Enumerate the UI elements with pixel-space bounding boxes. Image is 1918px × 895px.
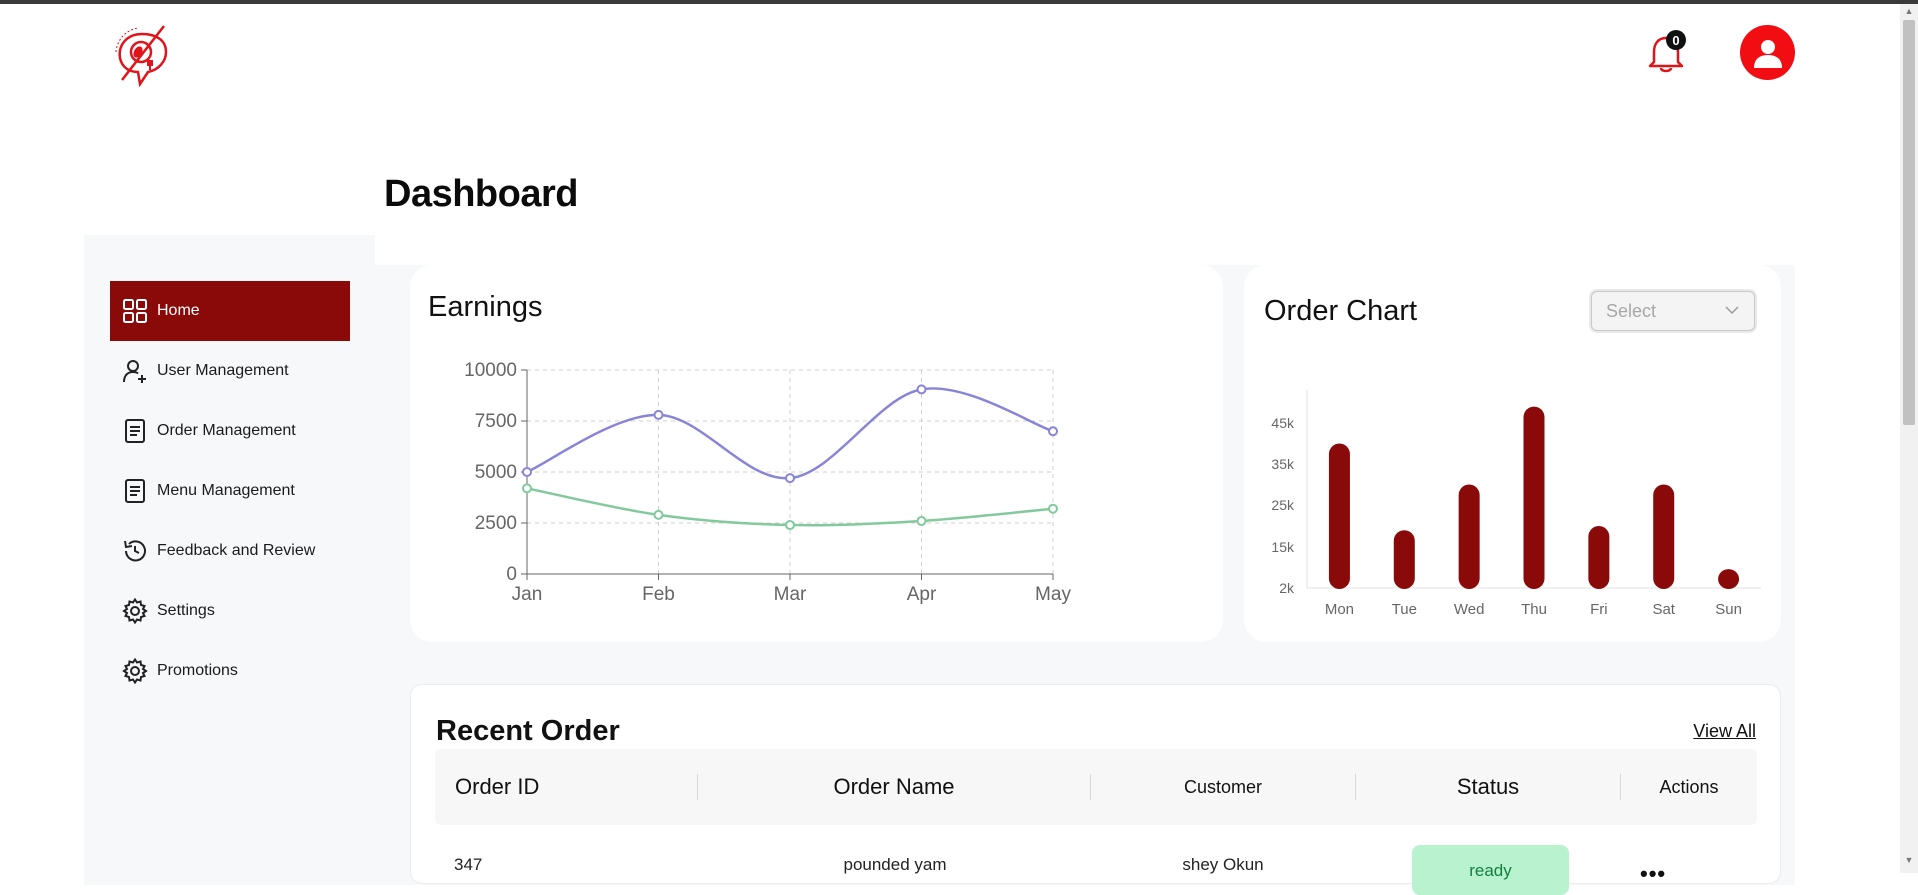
x-tick-label: May bbox=[1035, 584, 1071, 605]
data-point bbox=[522, 483, 532, 494]
data-point bbox=[1048, 426, 1058, 437]
scroll-down-arrow-icon[interactable]: ▼ bbox=[1903, 855, 1915, 867]
data-point bbox=[653, 509, 664, 520]
data-point bbox=[785, 520, 795, 531]
order-bar-chart: 2k 15k 25k 35k 45k Mon Tue Wed Thu Fri Sat Sun bbox=[1271, 390, 1761, 618]
document-icon bbox=[125, 479, 145, 503]
sidebar-item-label: Menu Management bbox=[157, 482, 295, 499]
data-point bbox=[653, 409, 664, 420]
sidebar-item-feedback-and-review[interactable]: Feedback and Review bbox=[110, 521, 350, 581]
document-icon bbox=[125, 419, 145, 443]
user-icon bbox=[1753, 39, 1782, 68]
y-tick-label: 25k bbox=[1271, 497, 1295, 513]
history-icon bbox=[124, 540, 146, 562]
bar bbox=[1458, 484, 1480, 589]
column-header-actions[interactable]: Actions bbox=[1621, 749, 1757, 825]
bar bbox=[1653, 484, 1675, 589]
data-point bbox=[785, 473, 795, 484]
sidebar-item-settings[interactable]: Settings bbox=[110, 581, 350, 641]
y-tick-label: 5000 bbox=[475, 462, 517, 483]
y-tick-label: 15k bbox=[1271, 539, 1295, 555]
user-avatar[interactable] bbox=[1740, 25, 1795, 80]
y-tick-label: 7500 bbox=[475, 411, 517, 432]
scrollbar-thumb[interactable] bbox=[1903, 20, 1915, 425]
series-line-1 bbox=[526, 387, 1054, 480]
bar bbox=[1523, 406, 1545, 589]
gear-icon bbox=[122, 598, 148, 624]
y-tick-label: 2k bbox=[1279, 580, 1295, 596]
x-tick-label: Apr bbox=[907, 584, 937, 605]
y-tick-label: 0 bbox=[506, 564, 517, 585]
bar bbox=[1718, 569, 1740, 589]
bar bbox=[1328, 443, 1350, 589]
x-tick-label: Sat bbox=[1652, 601, 1675, 618]
bar bbox=[1393, 530, 1415, 589]
bar bbox=[1588, 526, 1610, 589]
status-badge: ready bbox=[1412, 845, 1569, 895]
recent-orders-card: Recent Order View All Order ID Order Nam… bbox=[410, 684, 1781, 895]
sidebar-item-label: Settings bbox=[157, 602, 215, 619]
earnings-line-chart: 0 2500 5000 7500 10000 Jan Feb Mar Apr May bbox=[464, 360, 1071, 605]
data-point bbox=[916, 384, 927, 395]
y-tick-label: 35k bbox=[1271, 456, 1295, 472]
window-top-border bbox=[0, 0, 1918, 4]
y-tick-label: 10000 bbox=[464, 360, 517, 381]
order-name-cell: pounded yam bbox=[843, 855, 947, 874]
sidebar-item-label: Order Management bbox=[157, 422, 296, 439]
order-id-cell: 347 bbox=[454, 855, 483, 874]
column-header-customer[interactable]: Customer bbox=[1091, 749, 1355, 825]
x-tick-label: Mon bbox=[1325, 601, 1354, 618]
y-tick-label: 2500 bbox=[475, 513, 517, 534]
x-tick-label: Thu bbox=[1521, 601, 1547, 618]
data-point bbox=[916, 515, 927, 526]
sidebar-item-promotions[interactable]: Promotions bbox=[110, 641, 350, 701]
orders-table-header: Order ID Order Name Customer Status Acti… bbox=[435, 749, 1757, 825]
x-tick-label: Wed bbox=[1454, 601, 1485, 618]
earnings-card: Earnings 0 2500 5000 7500 10000 Jan Feb Mar Apr M… bbox=[410, 265, 1223, 642]
row-actions-button[interactable]: ••• bbox=[1640, 861, 1666, 887]
y-tick-label: 45k bbox=[1271, 415, 1295, 431]
grid-icon bbox=[123, 299, 147, 323]
column-header-order-name[interactable]: Order Name bbox=[698, 749, 1090, 825]
x-tick-label: Fri bbox=[1590, 601, 1608, 618]
column-header-order-id[interactable]: Order ID bbox=[455, 749, 539, 825]
customer-cell: shey Okun bbox=[1182, 855, 1264, 874]
data-point bbox=[1048, 503, 1058, 514]
brand-logo[interactable] bbox=[108, 22, 176, 88]
x-tick-label: Tue bbox=[1392, 601, 1417, 618]
x-tick-label: Sun bbox=[1715, 601, 1742, 618]
sidebar-item-menu-management[interactable]: Menu Management bbox=[110, 461, 350, 521]
user-plus-icon bbox=[123, 360, 146, 383]
sidebar-item-user-management[interactable]: User Management bbox=[110, 341, 350, 401]
notification-count-badge: 0 bbox=[1666, 30, 1686, 50]
sidebar-item-label: Promotions bbox=[157, 662, 238, 679]
sidebar-item-label: Home bbox=[157, 302, 200, 319]
gear-icon bbox=[122, 658, 148, 684]
view-all-link[interactable]: View All bbox=[1693, 721, 1756, 742]
page-title: Dashboard bbox=[384, 173, 578, 215]
x-tick-label: Feb bbox=[642, 584, 675, 605]
sidebar-item-order-management[interactable]: Order Management bbox=[110, 401, 350, 461]
order-chart-card: Order Chart Select 2k 15k 25k 35k 45k Mon Tue W… bbox=[1244, 265, 1781, 642]
sidebar-item-label: Feedback and Review bbox=[157, 542, 316, 559]
column-header-status[interactable]: Status bbox=[1356, 749, 1620, 825]
sidebar: Home User Management Order Management Me… bbox=[84, 235, 375, 885]
sidebar-item-home[interactable]: Home bbox=[110, 281, 350, 341]
recent-orders-title: Recent Order bbox=[436, 715, 620, 747]
data-point bbox=[522, 467, 532, 477]
scroll-up-arrow-icon[interactable]: ▲ bbox=[1903, 6, 1915, 18]
x-tick-label: Mar bbox=[774, 584, 807, 605]
x-tick-label: Jan bbox=[512, 584, 543, 605]
sidebar-item-label: User Management bbox=[157, 362, 289, 379]
